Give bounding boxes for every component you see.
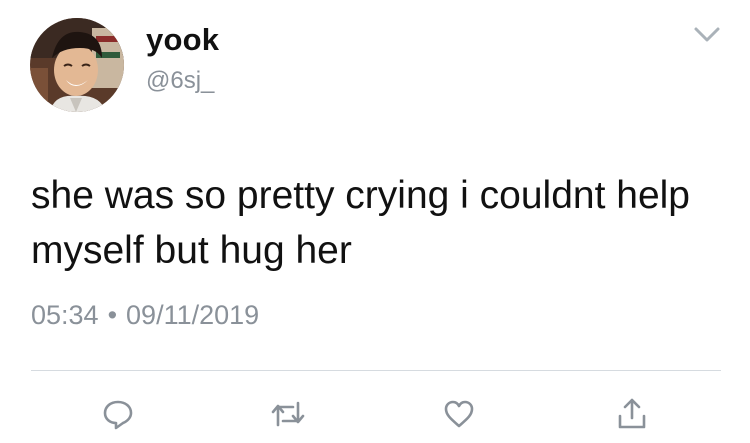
tweet-timestamp: 05:34 • 09/11/2019 bbox=[31, 300, 259, 331]
user-handle[interactable]: @6sj_ bbox=[146, 67, 214, 95]
tweet-date: 09/11/2019 bbox=[126, 300, 260, 330]
speech-bubble-icon bbox=[103, 400, 133, 430]
share-icon bbox=[618, 398, 646, 429]
tweet-text: she was so pretty crying i couldnt help … bbox=[31, 174, 691, 272]
heart-icon bbox=[444, 400, 474, 428]
tweet-time: 05:34 bbox=[31, 300, 99, 330]
avatar[interactable] bbox=[30, 18, 124, 112]
share-button[interactable] bbox=[612, 394, 652, 434]
meta-separator: • bbox=[107, 300, 118, 330]
tweet-card: yook @6sj_ she was so pretty crying i co… bbox=[0, 0, 750, 443]
reply-button[interactable] bbox=[98, 394, 138, 434]
divider bbox=[31, 370, 721, 371]
profile-photo bbox=[30, 18, 124, 112]
display-name[interactable]: yook bbox=[146, 22, 219, 58]
like-button[interactable] bbox=[439, 394, 479, 434]
chevron-down-icon[interactable] bbox=[693, 24, 721, 44]
retweet-button[interactable] bbox=[268, 394, 308, 434]
retweet-icon bbox=[271, 401, 305, 427]
